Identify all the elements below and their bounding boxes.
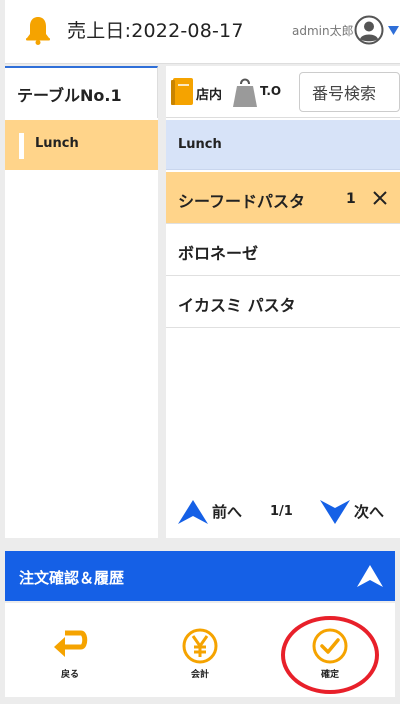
table-tab[interactable]: テーブルNo.1 <box>5 66 158 118</box>
menu-item-name: ボロネーゼ <box>178 244 259 263</box>
page-count: 1/1 <box>270 504 293 519</box>
user-name[interactable]: admin太郎 <box>292 22 354 39</box>
next-page-button[interactable]: 次へ <box>354 501 384 522</box>
checkout-label: 会計 <box>190 670 209 680</box>
menu-panel: 店内 T.O 番号検索 Lunch シーフードパスタ 1 ボロネーゼ イカスミ … <box>166 66 400 538</box>
close-icon[interactable] <box>372 190 388 206</box>
back-button[interactable]: 戻る <box>5 603 135 697</box>
app-header: 売上日:2022-08-17 admin太郎 <box>5 0 400 64</box>
menu-toolbar: 店内 T.O 番号検索 <box>166 66 400 118</box>
order-history-bar[interactable]: 注文確認＆履歴 <box>5 551 395 601</box>
avatar-icon[interactable] <box>354 15 384 45</box>
menu-item-row[interactable]: ボロネーゼ <box>166 224 400 276</box>
number-search-button[interactable]: 番号検索 <box>299 72 400 112</box>
pagination: 前へ 1/1 次へ <box>166 484 400 536</box>
arrow-down-icon[interactable] <box>318 498 352 526</box>
table-number: テーブルNo.1 <box>17 86 122 105</box>
arrow-up-icon[interactable] <box>176 498 210 526</box>
prev-page-button[interactable]: 前へ <box>212 501 242 522</box>
chevron-down-icon[interactable] <box>388 26 399 35</box>
back-label: 戻る <box>60 670 79 680</box>
sales-date: 売上日:2022-08-17 <box>67 20 244 42</box>
menu-category-title: Lunch <box>178 137 222 152</box>
return-icon <box>54 630 88 657</box>
menu-item-name: シーフードパスタ <box>178 192 306 211</box>
menu-item-quantity: 1 <box>346 191 356 207</box>
order-history-label: 注文確認＆履歴 <box>19 569 125 587</box>
book-icon[interactable] <box>170 77 194 107</box>
store-label[interactable]: 店内 <box>196 84 222 103</box>
annotation-highlight-circle <box>281 616 379 694</box>
bell-icon[interactable] <box>22 14 54 46</box>
menu-item-name: イカスミ パスタ <box>178 296 296 315</box>
selected-indicator <box>19 133 24 159</box>
menu-list-header: Lunch <box>166 120 400 170</box>
arrow-up-icon[interactable] <box>355 563 385 589</box>
menu-item-row[interactable]: イカスミ パスタ <box>166 276 400 328</box>
category-label: Lunch <box>35 136 79 151</box>
checkout-button[interactable]: 会計 <box>135 603 265 697</box>
menu-item-row[interactable]: シーフードパスタ 1 <box>166 172 400 224</box>
yen-icon <box>182 628 218 664</box>
category-panel: テーブルNo.1 Lunch <box>5 66 158 538</box>
takeout-label[interactable]: T.O <box>260 84 281 98</box>
bag-icon[interactable] <box>232 76 258 108</box>
category-item-lunch[interactable]: Lunch <box>5 120 158 170</box>
